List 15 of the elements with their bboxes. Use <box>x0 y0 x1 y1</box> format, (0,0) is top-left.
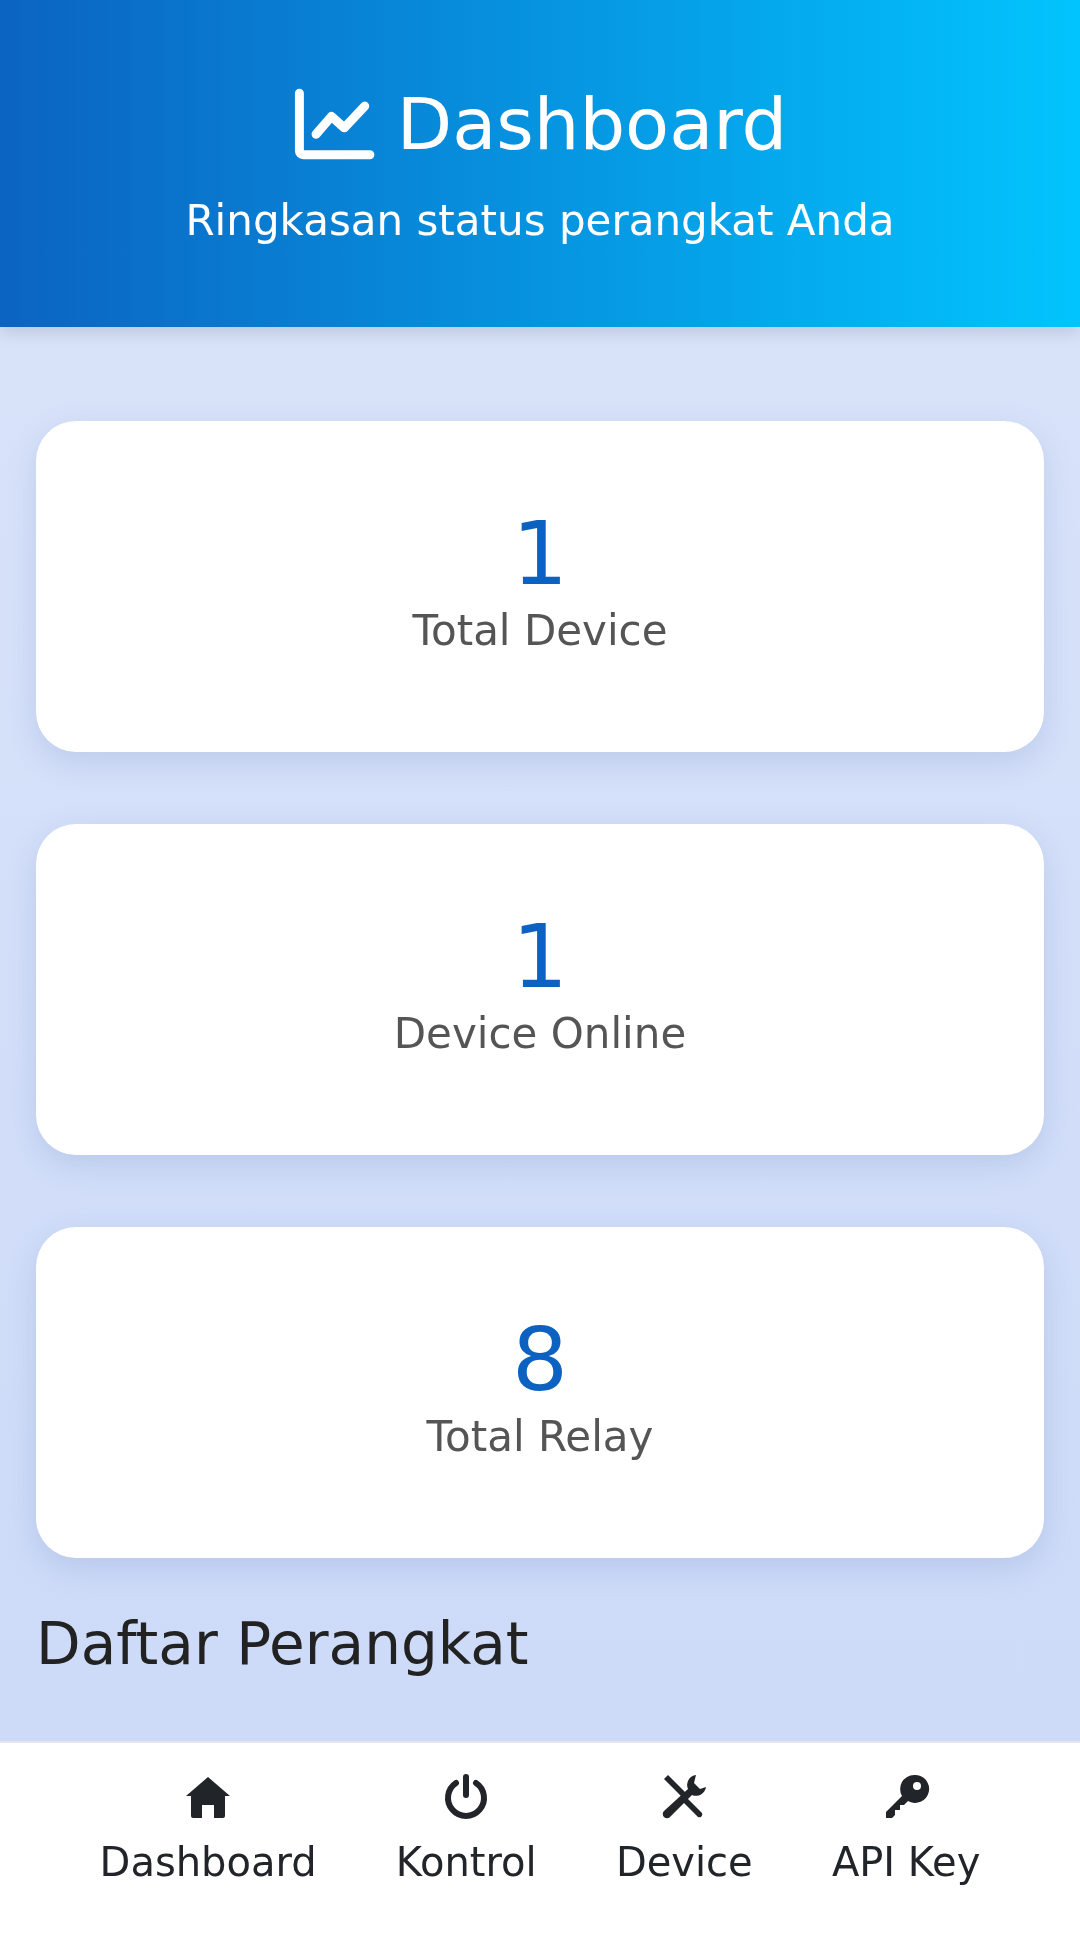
section-title: Daftar Perangkat <box>36 1610 530 1678</box>
stat-label: Device Online <box>393 1009 687 1059</box>
line-chart-icon <box>292 88 375 160</box>
stat-value: 1 <box>512 908 568 1006</box>
nav-item[interactable]: API Key <box>831 1773 981 1885</box>
stat-value: 1 <box>512 505 568 603</box>
tools-icon <box>660 1773 709 1821</box>
nav-item[interactable]: Kontrol <box>395 1773 537 1885</box>
stat-value: 8 <box>512 1311 568 1409</box>
page-subtitle: Ringkasan status perangkat Anda <box>185 196 895 245</box>
nav-item[interactable]: Device <box>615 1773 753 1885</box>
page-title: Dashboard <box>396 82 788 166</box>
nav-item[interactable]: Dashboard <box>99 1773 317 1885</box>
stat-label: Total Relay <box>426 1412 654 1462</box>
stat-label: Total Device <box>412 606 668 656</box>
